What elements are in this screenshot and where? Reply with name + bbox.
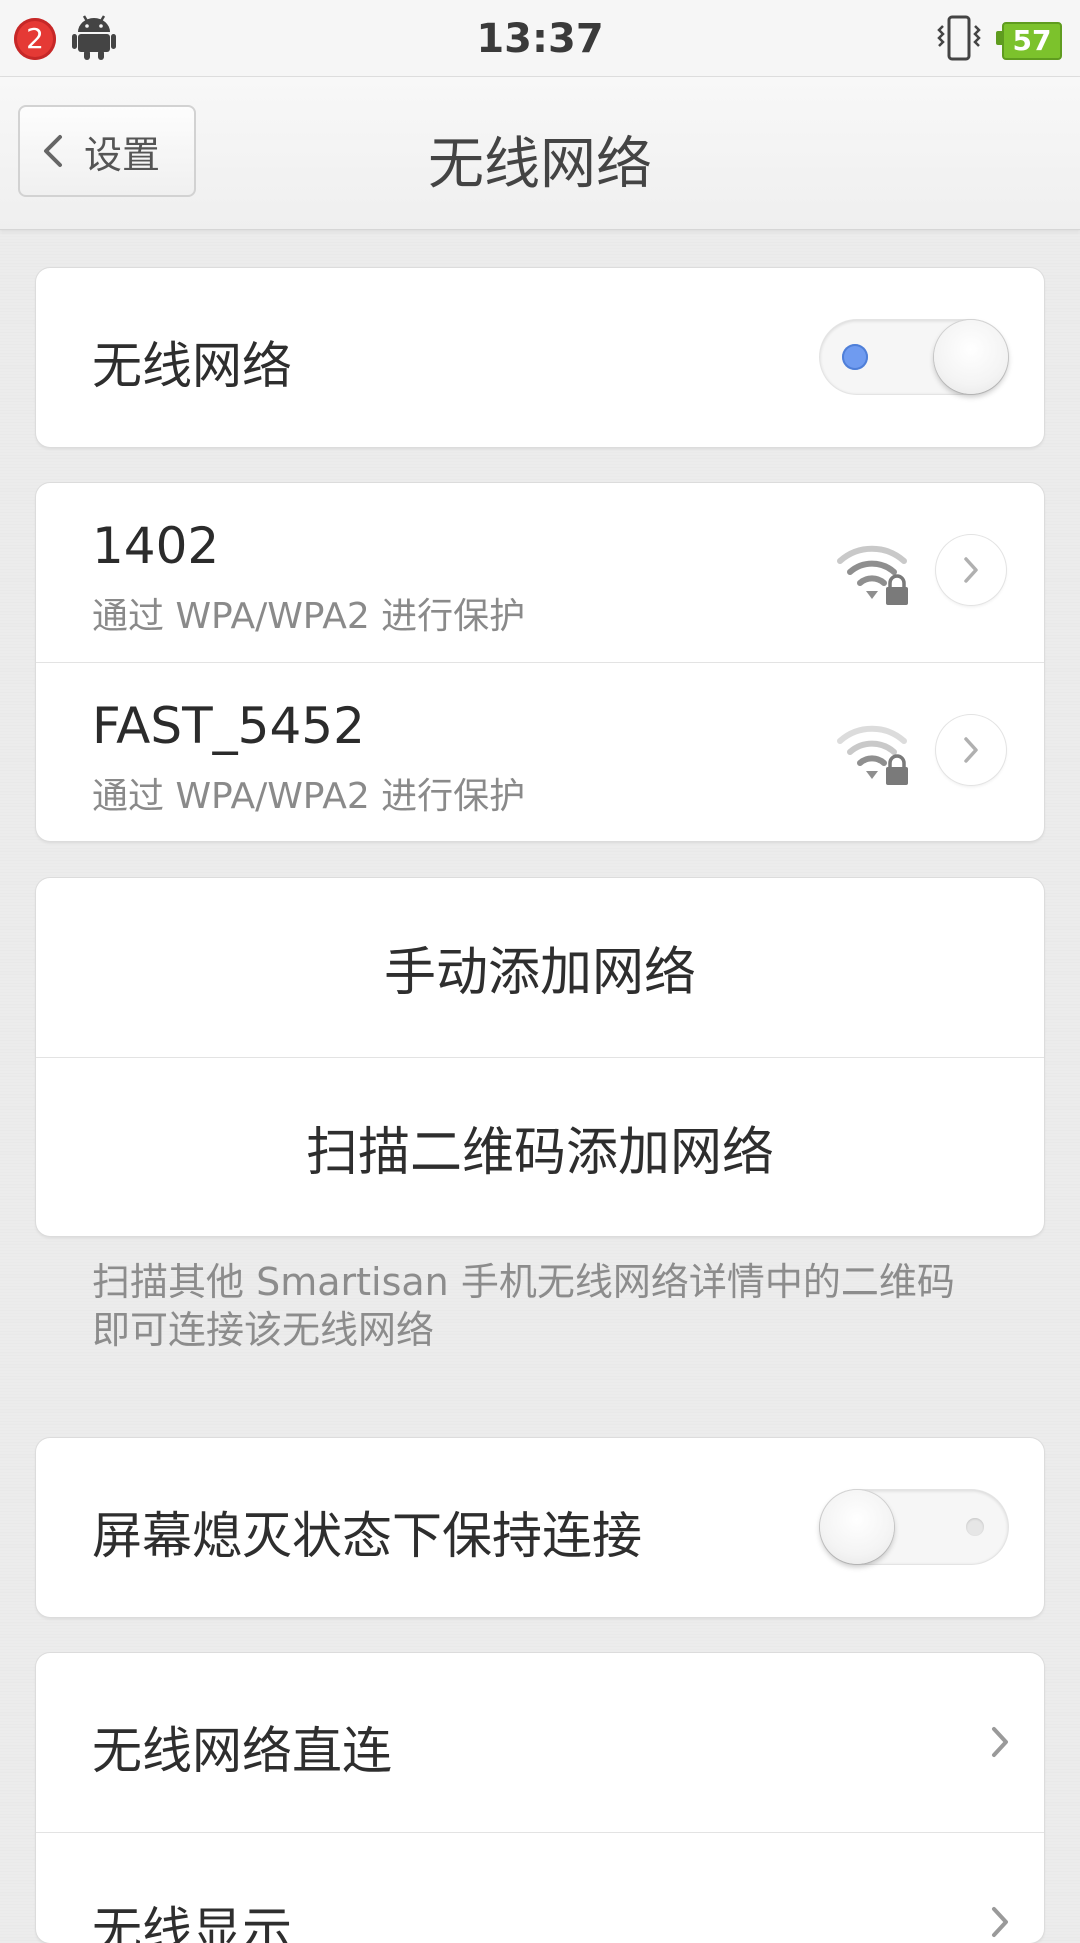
toggle-on-indicator [842, 344, 868, 370]
keep-connected-switch[interactable] [820, 1490, 1008, 1564]
wifi-direct-item[interactable]: 无线网络直连 [36, 1653, 1044, 1832]
wifi-toggle-card: 无线网络 [36, 268, 1044, 447]
add-network-card: 手动添加网络 扫描二维码添加网络 [36, 878, 1044, 1236]
page-title: 无线网络 [428, 132, 652, 197]
keep-connected-card: 屏幕熄灭状态下保持连接 [36, 1438, 1044, 1617]
vibrate-icon [937, 15, 981, 61]
battery-icon: 57 [1002, 22, 1062, 60]
add-network-manual-button[interactable]: 手动添加网络 [36, 878, 1044, 1057]
toggle-knob[interactable] [934, 320, 1008, 394]
chevron-right-icon [992, 1907, 1008, 1937]
navigation-bar: 设置 无线网络 [0, 77, 1080, 230]
network-security: 通过 WPA/WPA2 进行保护 [92, 596, 526, 637]
keep-connected-row: 屏幕熄灭状态下保持连接 [36, 1438, 1044, 1617]
wifi-toggle-label: 无线网络 [92, 337, 292, 395]
wireless-display-label: 无线显示 [92, 1902, 292, 1943]
wifi-lock-icon [837, 545, 908, 605]
chevron-right-icon [964, 557, 978, 583]
more-options-card: 无线网络直连 无线显示 [36, 1653, 1044, 1943]
add-network-qr-label: 扫描二维码添加网络 [305, 1122, 774, 1183]
network-name: 1402 [92, 517, 220, 575]
network-detail-button[interactable] [936, 715, 1006, 785]
wifi-direct-label: 无线网络直连 [92, 1722, 392, 1780]
wireless-display-item[interactable]: 无线显示 [36, 1832, 1044, 1943]
keep-connected-label: 屏幕熄灭状态下保持连接 [92, 1507, 642, 1565]
toggle-off-indicator [966, 1518, 984, 1536]
status-bar: 2 13:37 57 [0, 0, 1080, 77]
chevron-right-icon [992, 1727, 1008, 1757]
clock: 13:37 [476, 16, 604, 62]
toggle-knob[interactable] [820, 1490, 894, 1564]
network-name: FAST_5452 [92, 697, 365, 755]
network-list: 1402 通过 WPA/WPA2 进行保护 FAST_5452 通过 WPA/W… [36, 483, 1044, 841]
chevron-right-icon [964, 737, 978, 763]
qr-footnote: 扫描其他 Smartisan 手机无线网络详情中的二维码即可连接该无线网络 [92, 1260, 955, 1352]
wifi-toggle-row: 无线网络 [36, 268, 1044, 447]
wifi-toggle-switch[interactable] [820, 320, 1008, 394]
network-detail-button[interactable] [936, 535, 1006, 605]
add-network-qr-button[interactable]: 扫描二维码添加网络 [36, 1057, 1044, 1236]
network-security: 通过 WPA/WPA2 进行保护 [92, 776, 526, 817]
wifi-lock-icon [837, 725, 908, 785]
add-network-manual-label: 手动添加网络 [383, 943, 696, 1003]
network-item[interactable]: 1402 通过 WPA/WPA2 进行保护 [36, 483, 1044, 662]
network-item[interactable]: FAST_5452 通过 WPA/WPA2 进行保护 [36, 662, 1044, 841]
